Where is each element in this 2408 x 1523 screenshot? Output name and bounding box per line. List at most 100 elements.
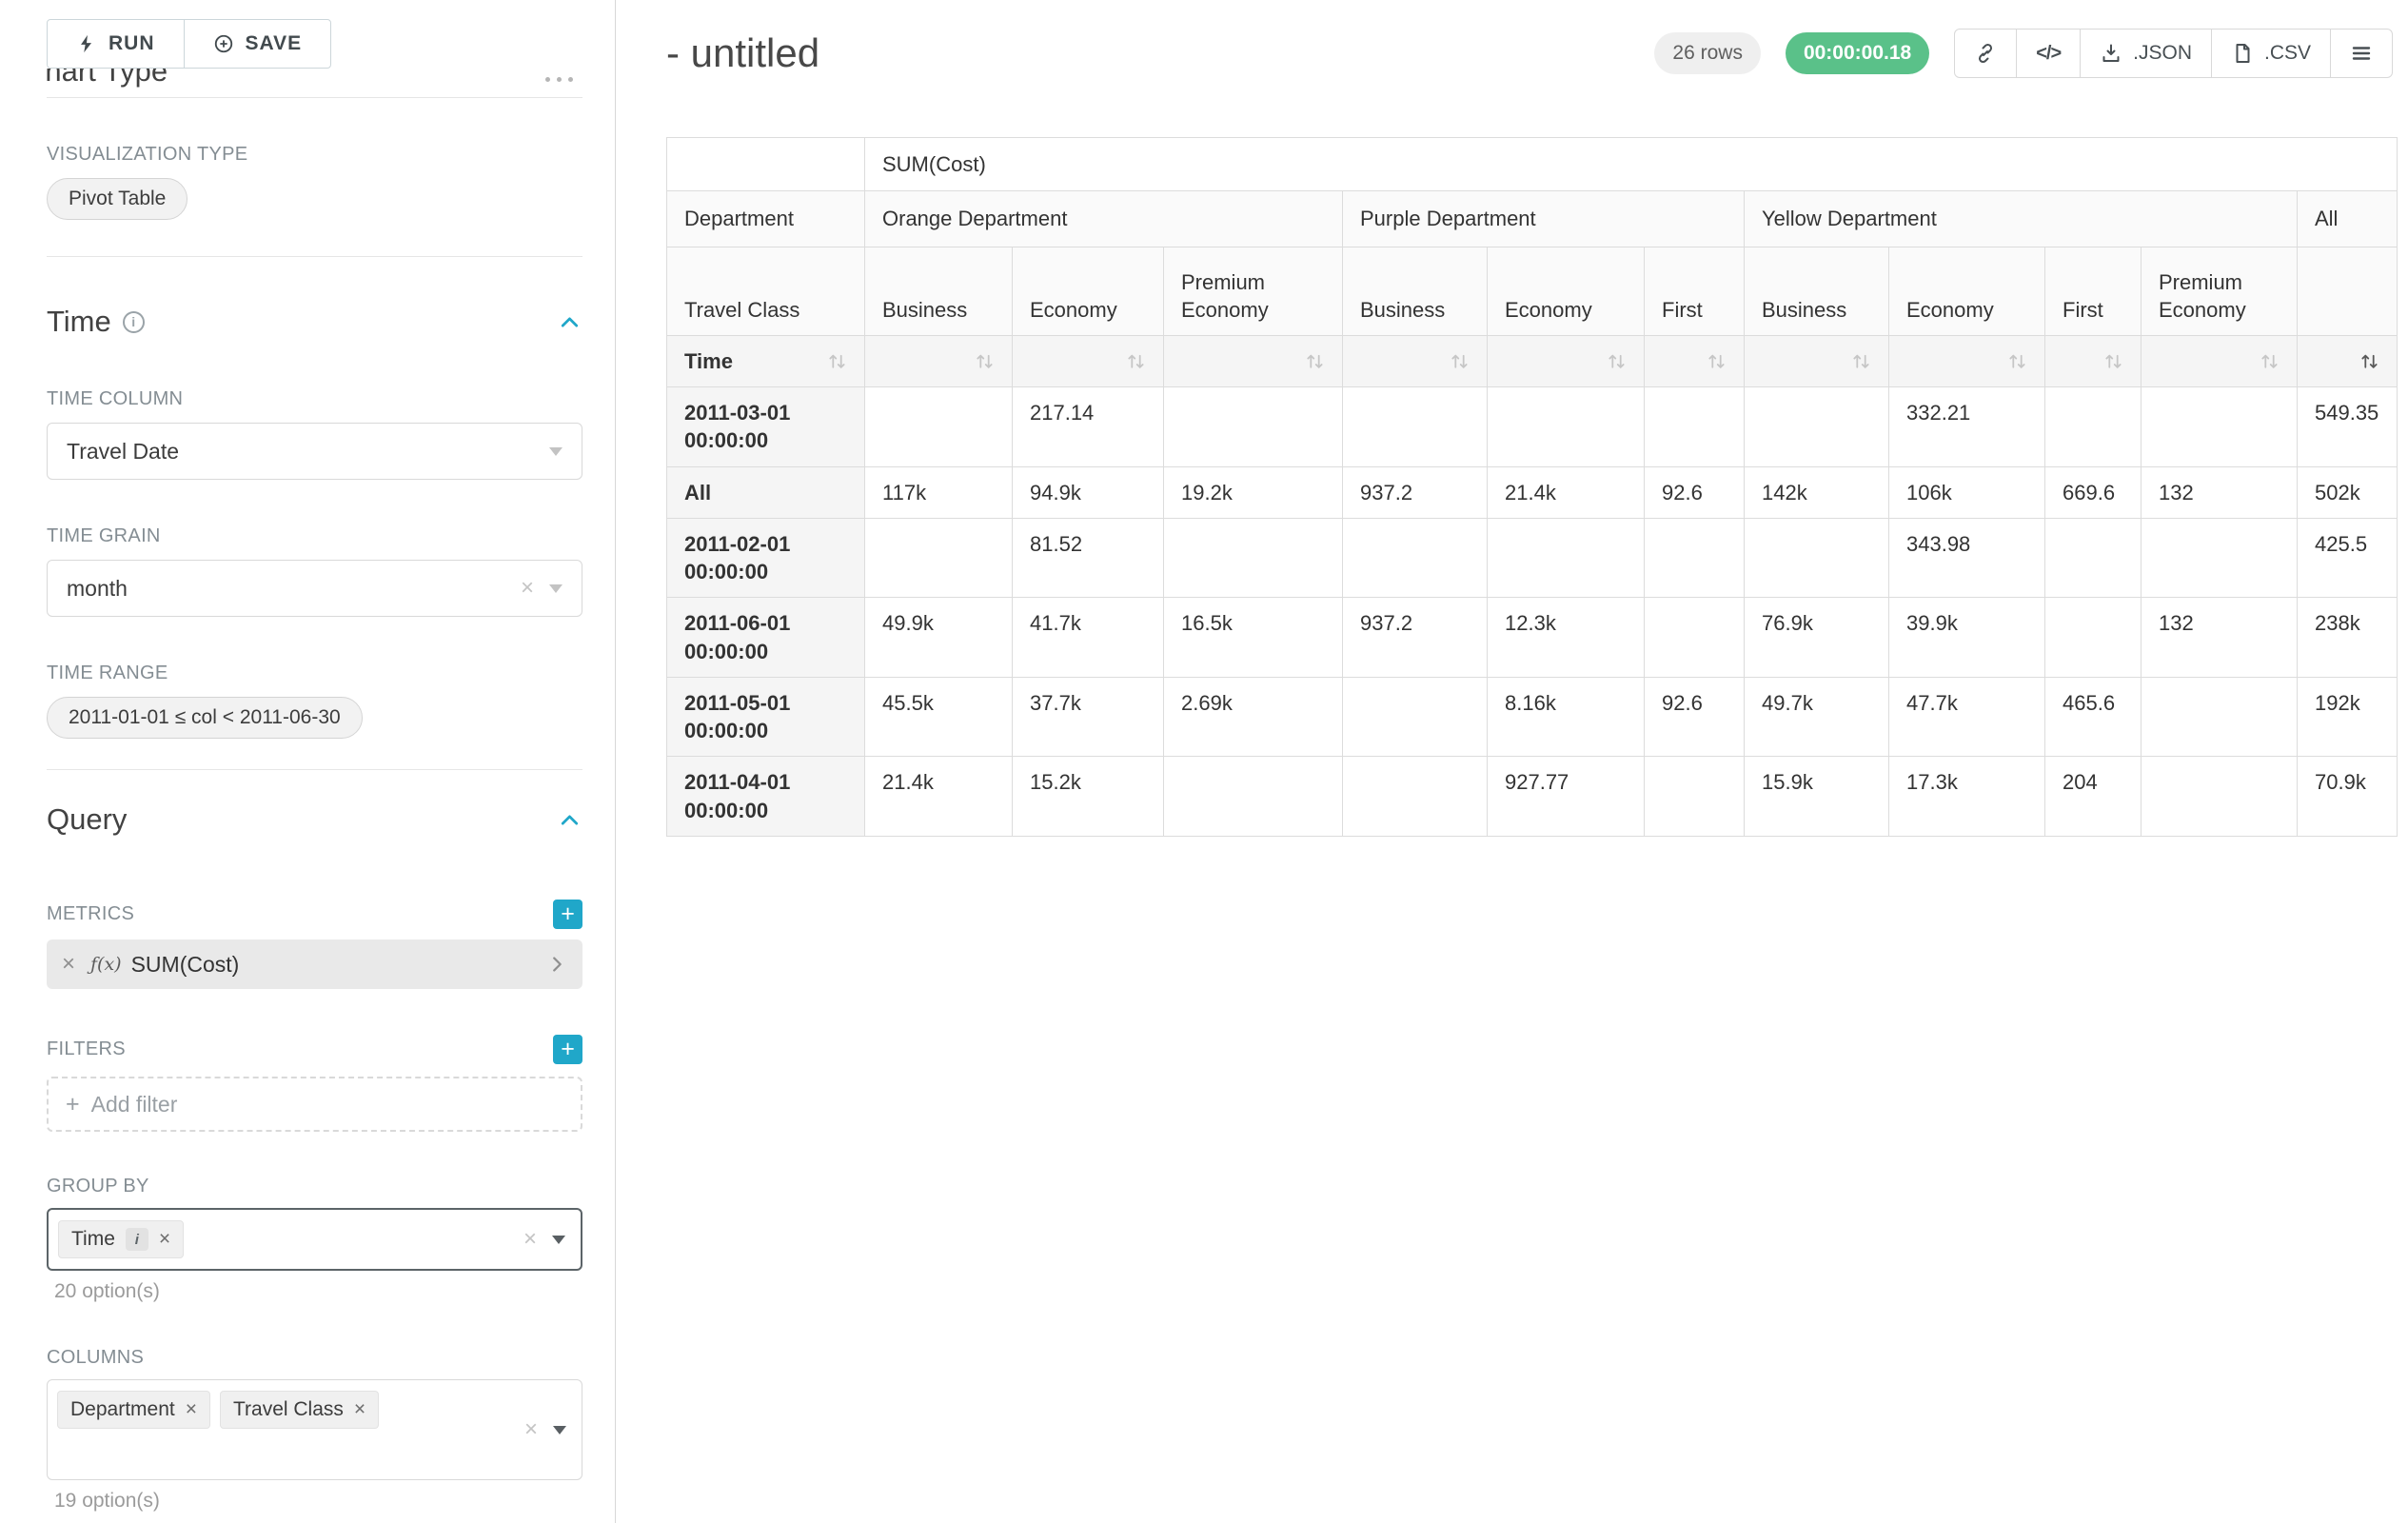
pivot-value-cell [1343, 757, 1488, 837]
time-range-pill[interactable]: 2011-01-01 ≤ col < 2011-06-30 [47, 697, 363, 739]
pivot-value-cell: 15.9k [1745, 757, 1889, 837]
pivot-value-cell: 465.6 [2045, 677, 2142, 757]
column-tag[interactable]: Department × [57, 1391, 210, 1429]
group-by-select[interactable]: Timei× × [47, 1208, 582, 1271]
chevron-right-icon[interactable] [546, 954, 567, 975]
pivot-sort-header[interactable] [2298, 336, 2398, 387]
pivot-value-cell [2045, 387, 2142, 467]
tag-label: Department [70, 1398, 175, 1421]
sort-toggle-icon[interactable] [975, 351, 995, 371]
pivot-sort-header[interactable] [1013, 336, 1164, 387]
pivot-value-cell: 132 [2142, 466, 2298, 518]
pivot-value-cell: 49.9k [865, 598, 1013, 678]
remove-metric-icon[interactable]: × [62, 951, 75, 978]
chart-header: - untitled 26 rows 00:00:00.18 </> [666, 29, 2393, 78]
pivot-sort-header[interactable] [1645, 336, 1745, 387]
columns-select[interactable]: Department×Travel Class× × [47, 1379, 582, 1480]
sort-toggle-icon[interactable] [2359, 351, 2379, 371]
pivot-value-cell: 17.3k [1889, 757, 2045, 837]
sort-toggle-icon[interactable] [2007, 351, 2027, 371]
run-button[interactable]: RUN [47, 19, 185, 69]
pivot-sort-header[interactable] [865, 336, 1013, 387]
pivot-value-cell [1645, 518, 1745, 598]
chevron-down-icon [552, 1236, 565, 1244]
pivot-value-cell: 106k [1889, 466, 2045, 518]
pivot-value-cell: 937.2 [1343, 598, 1488, 678]
pivot-value-cell: 217.14 [1013, 387, 1164, 467]
add-filter-button[interactable]: + Add filter [47, 1077, 582, 1132]
chart-title: - untitled [666, 30, 819, 76]
pivot-sort-header[interactable] [2142, 336, 2298, 387]
pivot-value-cell: 332.21 [1889, 387, 2045, 467]
sort-toggle-icon[interactable] [1607, 351, 1627, 371]
pivot-value-cell [1164, 757, 1343, 837]
pivot-sort-row: Time [667, 336, 2398, 387]
collapse-chevron-icon[interactable] [557, 309, 582, 335]
save-button[interactable]: SAVE [184, 19, 332, 69]
section-divider [47, 256, 582, 257]
collapse-chevron-icon[interactable] [557, 807, 582, 833]
save-button-label: SAVE [246, 32, 303, 55]
clear-icon[interactable]: × [521, 575, 534, 602]
plus-icon: + [66, 1091, 80, 1118]
pivot-rows-dim-header[interactable]: Time [667, 336, 865, 387]
time-grain-select[interactable]: month × [47, 560, 582, 617]
remove-tag-icon[interactable]: × [159, 1228, 170, 1251]
row-count-badge: 26 rows [1654, 32, 1761, 74]
sort-toggle-icon[interactable] [2103, 351, 2123, 371]
pivot-sort-header[interactable] [1164, 336, 1343, 387]
pivot-sort-header[interactable] [2045, 336, 2142, 387]
sort-toggle-icon[interactable] [1707, 351, 1727, 371]
sort-icon-slot[interactable] [827, 351, 847, 371]
pivot-sort-header[interactable] [1488, 336, 1645, 387]
column-tag[interactable]: Travel Class× [220, 1391, 379, 1429]
pivot-value-cell [2045, 598, 2142, 678]
remove-tag-icon[interactable]: × [354, 1398, 365, 1421]
sort-toggle-icon[interactable] [1450, 351, 1470, 371]
export-json-button[interactable]: .JSON [2080, 29, 2212, 78]
sort-toggle-icon[interactable] [2260, 351, 2280, 371]
pivot-group-header: All [2298, 191, 2398, 247]
query-section-header[interactable]: Query [47, 802, 582, 837]
export-csv-button[interactable]: .CSV [2211, 29, 2331, 78]
time-section-title: Time [47, 305, 111, 339]
sort-toggle-icon[interactable] [1305, 351, 1325, 371]
pivot-value-cell: 502k [2298, 466, 2398, 518]
query-section-title: Query [47, 802, 127, 837]
columns-options-hint: 19 option(s) [54, 1490, 582, 1513]
add-metric-button[interactable]: + [553, 900, 582, 929]
pivot-col-header [2298, 247, 2398, 336]
column-tag[interactable]: Timei× [58, 1220, 184, 1258]
pivot-group-header: Purple Department [1343, 191, 1745, 247]
sort-toggle-icon[interactable] [827, 351, 847, 371]
remove-tag-icon[interactable]: × [186, 1398, 197, 1421]
embed-code-button[interactable]: </> [2016, 29, 2081, 78]
pivot-data-row: 2011-05-01 00:00:0045.5k37.7k2.69k8.16k9… [667, 677, 2398, 757]
time-section-header[interactable]: Time i [47, 305, 582, 339]
copy-link-button[interactable] [1954, 29, 2017, 78]
export-button-group: </> .JSON .CSV [1954, 29, 2393, 78]
pivot-value-cell [1488, 518, 1645, 598]
clear-icon[interactable]: × [524, 1416, 538, 1443]
chart-menu-button[interactable] [2330, 29, 2393, 78]
clear-icon[interactable]: × [523, 1226, 537, 1253]
pivot-sort-header[interactable] [1343, 336, 1488, 387]
pivot-col-header: First [2045, 247, 2142, 336]
time-column-select[interactable]: Travel Date [47, 423, 582, 480]
pivot-sort-header[interactable] [1745, 336, 1889, 387]
chevron-down-icon [553, 1426, 566, 1434]
metric-item[interactable]: × ƒ(x) SUM(Cost) [47, 940, 582, 989]
pivot-col-header: Economy [1889, 247, 2045, 336]
add-filter-label: Add filter [91, 1092, 178, 1118]
sort-toggle-icon[interactable] [1851, 351, 1871, 371]
query-timer-badge: 00:00:00.18 [1786, 32, 1929, 74]
sort-toggle-icon[interactable] [1126, 351, 1146, 371]
pivot-sort-header[interactable] [1889, 336, 2045, 387]
group-by-label: GROUP BY [47, 1176, 582, 1197]
pivot-value-cell: 19.2k [1164, 466, 1343, 518]
pivot-value-cell: 21.4k [1488, 466, 1645, 518]
add-filter-plus-button[interactable]: + [553, 1035, 582, 1064]
time-column-label: TIME COLUMN [47, 388, 582, 410]
visualization-type-pill[interactable]: Pivot Table [47, 178, 188, 220]
pivot-value-cell: 12.3k [1488, 598, 1645, 678]
